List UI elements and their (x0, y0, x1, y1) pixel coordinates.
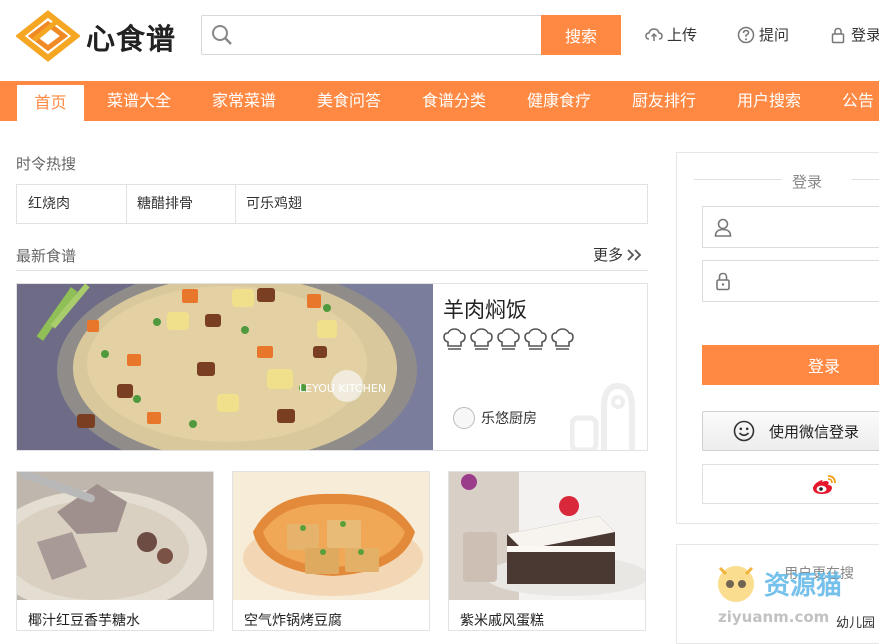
seasonal-tag[interactable]: 可乐鸡翅 (246, 184, 302, 224)
nav-item-home-cooking[interactable]: 家常菜谱 (212, 81, 276, 121)
more-link[interactable]: 更多 (593, 244, 645, 265)
kitchen-knife-watermark-icon (570, 382, 635, 450)
lock-icon (831, 27, 845, 43)
question-circle-icon (737, 26, 755, 43)
nav-item-health[interactable]: 健康食疗 (527, 81, 591, 121)
login-panel-title: 登录 (792, 173, 823, 191)
search-input[interactable] (241, 18, 536, 52)
upload-link[interactable]: 上传 (645, 24, 697, 45)
nav-item-home[interactable]: 首页 (17, 85, 84, 121)
wechat-login-button[interactable]: 使用微信登录 (702, 411, 879, 451)
watermark-logo: 资源猫 ziyuanm.com (718, 566, 842, 626)
featured-recipe-title[interactable]: 羊肉焖饭 (443, 294, 527, 324)
chef-hat-rating-icon (524, 328, 547, 350)
recipe-image (449, 472, 645, 600)
recipe-card[interactable]: 紫米戚风蛋糕 (448, 471, 646, 631)
double-chevron-right-icon (627, 248, 642, 261)
author-avatar (453, 407, 475, 429)
recipe-title[interactable]: 紫米戚风蛋糕 (460, 610, 544, 630)
recipe-image (17, 472, 213, 600)
recipe-card[interactable]: 椰汁红豆香芋糖水 (16, 471, 214, 631)
logo-text: 心食谱 (86, 22, 177, 56)
tag-divider (235, 184, 236, 224)
more-label: 更多 (593, 246, 624, 264)
weibo-login-button[interactable] (702, 464, 879, 504)
seasonal-tag[interactable]: 糖醋排骨 (137, 184, 193, 224)
login-button[interactable]: 登录 (702, 345, 879, 385)
seasonal-title: 时令热搜 (16, 155, 77, 173)
divider (694, 179, 782, 180)
login-link-label: 登录 (851, 26, 879, 44)
nav-item-recipes[interactable]: 菜谱大全 (107, 81, 171, 121)
search-icon (212, 25, 232, 45)
watermark-brand: 资源猫 (764, 571, 842, 601)
seasonal-tags (16, 184, 648, 224)
photo-watermark: LEYOU KITCHEN (299, 382, 386, 395)
watermark-url: ziyuanm.com (718, 608, 829, 626)
wechat-login-label: 使用微信登录 (769, 422, 860, 441)
ask-link[interactable]: 提问 (737, 24, 789, 45)
chef-hat-rating-icon (551, 328, 574, 350)
recipe-card[interactable]: 空气炸锅烤豆腐 (232, 471, 430, 631)
logo-icon (15, 10, 81, 62)
upload-label: 上传 (667, 26, 698, 44)
divider (852, 179, 879, 180)
nav-item-notice[interactable]: 公告 (842, 81, 874, 121)
section-divider (16, 270, 648, 271)
seasonal-tag[interactable]: 红烧肉 (28, 184, 70, 224)
author-name: 乐悠厨房 (481, 411, 537, 427)
featured-recipe-author[interactable]: 乐悠厨房 (453, 407, 537, 429)
nav-item-ranking[interactable]: 厨友排行 (632, 81, 696, 121)
lock-icon (716, 272, 730, 291)
latest-title: 最新食谱 (16, 247, 77, 265)
ask-label: 提问 (759, 26, 790, 44)
search-button[interactable]: 搜索 (541, 15, 621, 55)
recipe-title[interactable]: 椰汁红豆香芋糖水 (28, 610, 140, 630)
cloud-upload-icon (645, 27, 663, 41)
chef-hat-rating-icon (443, 328, 466, 350)
tag-divider (126, 184, 127, 224)
nav-item-categories[interactable]: 食谱分类 (422, 81, 486, 121)
user-icon (714, 218, 732, 237)
chef-hat-rating-icon (470, 328, 493, 350)
recipe-image (233, 472, 429, 600)
nav-item-user-search[interactable]: 用户搜索 (737, 81, 801, 121)
rating-stars (443, 328, 574, 350)
smiley-icon (733, 420, 755, 442)
chef-hat-rating-icon (497, 328, 520, 350)
weibo-icon (813, 475, 836, 494)
recipe-title[interactable]: 空气炸锅烤豆腐 (244, 610, 342, 630)
lamb-rice-photo: LEYOU KITCHEN (17, 284, 433, 450)
nav-item-food-qa[interactable]: 美食问答 (317, 81, 381, 121)
login-link[interactable]: 登录 (829, 24, 879, 45)
featured-recipe-image[interactable]: LEYOU KITCHEN (17, 284, 433, 450)
